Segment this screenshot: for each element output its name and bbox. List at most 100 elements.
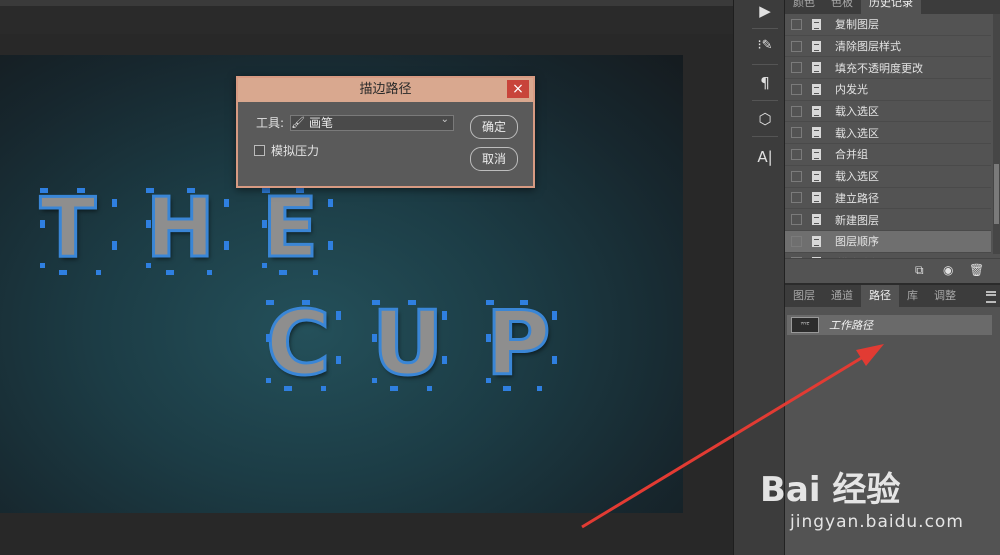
anchor-point	[189, 188, 195, 193]
history-state-icon	[812, 40, 821, 52]
anchor-point	[488, 300, 494, 305]
path-thumbnail: ᵀᴴᴱ	[791, 317, 819, 333]
simulate-pressure-checkbox[interactable]	[254, 145, 265, 156]
history-item[interactable]: 清除图层样式	[785, 36, 991, 58]
history-scroll-thumb[interactable]	[994, 164, 999, 224]
anchor-point	[224, 201, 229, 207]
history-item[interactable]: 图层顺序	[785, 230, 991, 253]
cancel-button[interactable]: 取消	[470, 147, 518, 171]
canvas-letter-t: T	[39, 181, 98, 276]
history-item-label: 合并组	[835, 148, 868, 162]
tab-libraries[interactable]: 库	[899, 285, 926, 307]
anchor-point	[264, 188, 270, 193]
history-footer: ⧉ ◉ 🗑	[785, 258, 1000, 281]
panel-menu-icon[interactable]	[986, 291, 996, 303]
work-path-row[interactable]: ᵀᴴᴱ 工作路径	[787, 315, 992, 335]
history-item[interactable]: 载入选区	[785, 122, 991, 145]
anchor-point	[552, 314, 557, 320]
anchor-point	[40, 262, 45, 268]
history-item-label: 载入选区	[835, 170, 879, 184]
history-state-icon	[812, 105, 821, 117]
anchor-point	[96, 270, 102, 275]
tab-swatches[interactable]: 色板	[823, 0, 861, 14]
history-state-icon	[812, 214, 821, 226]
history-item[interactable]: 复制图层	[785, 14, 991, 36]
camera-icon[interactable]: ◉	[943, 263, 953, 277]
history-snapshot-checkbox[interactable]	[791, 214, 802, 226]
anchor-point	[266, 336, 271, 342]
brush-settings-icon[interactable]: ⁝✎	[746, 38, 784, 53]
history-item[interactable]: 内发光	[785, 79, 991, 101]
history-state-icon	[812, 62, 821, 74]
anchor-point	[149, 188, 155, 193]
history-item[interactable]: 合并组	[785, 144, 991, 166]
close-icon[interactable]: ×	[507, 80, 529, 98]
anchor-point	[305, 300, 311, 305]
anchor-point	[522, 300, 528, 305]
anchor-point	[206, 270, 212, 275]
anchor-point	[442, 359, 447, 365]
history-snapshot-checkbox[interactable]	[791, 18, 802, 30]
3d-cube-icon[interactable]: ⬡	[746, 110, 784, 128]
history-item[interactable]: 填充不透明度更改	[785, 57, 991, 80]
anchor-point	[112, 244, 117, 250]
new-document-from-state-icon[interactable]: ⧉	[915, 263, 924, 278]
tab-history[interactable]: 历史记录	[861, 0, 921, 14]
play-icon[interactable]: ▶	[746, 2, 784, 20]
history-snapshot-checkbox[interactable]	[791, 192, 802, 204]
history-item-label: 建立路径	[835, 191, 879, 205]
history-snapshot-checkbox[interactable]	[791, 148, 802, 160]
baidu-watermark-url: jingyan.baidu.com	[790, 512, 964, 532]
anchor-point	[224, 244, 229, 250]
anchor-point	[336, 314, 341, 320]
history-snapshot-checkbox[interactable]	[791, 62, 802, 74]
anchor-point	[268, 300, 274, 305]
tab-color[interactable]: 颜色	[785, 0, 823, 14]
history-item-label: 载入选区	[835, 105, 879, 119]
baidu-watermark-logo: Bai 经验	[760, 470, 901, 510]
history-snapshot-checkbox[interactable]	[791, 83, 802, 95]
anchor-point	[537, 386, 543, 391]
tab-adjustments[interactable]: 调整	[926, 285, 964, 307]
tab-paths[interactable]: 路径	[861, 285, 899, 307]
history-scrollbar[interactable]	[993, 14, 1000, 254]
anchor-point	[552, 359, 557, 365]
tool-select[interactable]: 🖌 画笔 ⌄	[290, 114, 455, 131]
trash-icon[interactable]: 🗑	[969, 263, 984, 277]
history-item[interactable]: 载入选区	[785, 166, 991, 188]
history-list: 复制图层 清除图层样式 填充不透明度更改 内发光 载入选区 载入选区 合并组 载入选区 建立路径…	[785, 14, 991, 275]
dialog-titlebar[interactable]: 描边路径 ×	[238, 78, 533, 102]
workspace-scrollbar[interactable]	[733, 0, 746, 555]
history-item[interactable]: 载入选区	[785, 101, 991, 123]
dialog-title: 描边路径	[359, 82, 412, 97]
anchor-point	[281, 270, 287, 275]
brush-icon: 🖌	[291, 116, 306, 129]
simulate-pressure-row[interactable]: 模拟压力	[254, 142, 319, 159]
history-snapshot-checkbox[interactable]	[791, 105, 802, 117]
history-item-label: 载入选区	[835, 126, 879, 140]
history-item[interactable]: 建立路径	[785, 188, 991, 210]
history-item-label: 新建图层	[835, 213, 879, 227]
history-snapshot-checkbox[interactable]	[791, 170, 802, 182]
paragraph-icon[interactable]: ¶	[746, 74, 784, 92]
history-snapshot-checkbox[interactable]	[791, 235, 802, 247]
anchor-point	[313, 270, 319, 275]
character-icon[interactable]: A|	[746, 148, 784, 166]
anchor-point	[486, 336, 491, 342]
history-panel: 颜色 色板 历史记录 复制图层 清除图层样式 填充不透明度更改 内发光 载入选区 载入选区…	[785, 0, 1000, 283]
history-snapshot-checkbox[interactable]	[791, 127, 802, 139]
anchor-point	[411, 300, 417, 305]
anchor-point	[40, 223, 45, 229]
anchor-point	[146, 223, 151, 229]
history-snapshot-checkbox[interactable]	[791, 40, 802, 52]
anchor-point	[266, 378, 271, 384]
history-state-icon	[812, 235, 821, 247]
stroke-path-dialog: 描边路径 × 工具: 🖌 画笔 ⌄ 模拟压力 确定 取消	[236, 76, 535, 188]
anchor-point	[287, 386, 292, 391]
history-item[interactable]: 新建图层	[785, 209, 991, 231]
tab-layers[interactable]: 图层	[785, 285, 823, 307]
ok-button[interactable]: 确定	[470, 115, 518, 139]
tab-channels[interactable]: 通道	[823, 285, 861, 307]
workspace-background	[0, 6, 733, 34]
anchor-point	[262, 223, 267, 229]
